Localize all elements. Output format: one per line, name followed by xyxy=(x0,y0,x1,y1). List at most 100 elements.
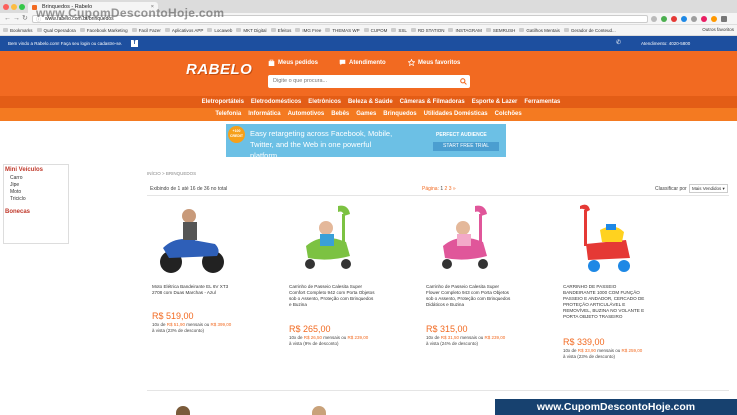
category-menu-secondary: Telefonia Informática Automotivos Bebês Game… xyxy=(0,108,737,121)
bookmark-folder-icon xyxy=(363,28,369,32)
bookmark-label: THEMAS WP xyxy=(332,27,360,33)
bookmark-item[interactable]: Aplicativos APP xyxy=(164,28,203,33)
category-link[interactable]: Eletrônicos xyxy=(308,96,341,108)
page-link[interactable]: 1 xyxy=(440,186,443,192)
bookmark-item[interactable]: Locaweb xyxy=(207,28,232,33)
bookmark-folder-icon xyxy=(79,28,85,32)
extension-icon[interactable] xyxy=(701,16,707,22)
sidebar-heading[interactable]: Bonecas xyxy=(4,207,68,217)
search-icon[interactable] xyxy=(460,78,467,85)
credit-badge: +100 CREDIT xyxy=(228,126,245,143)
back-icon[interactable]: ← xyxy=(4,15,11,23)
sort-select[interactable]: Mais Vendidos ▾ xyxy=(689,184,728,193)
extension-icon[interactable] xyxy=(661,16,667,22)
category-link[interactable]: Colchões xyxy=(495,108,522,121)
product-name[interactable]: Carrinho de Passeio Calesita Super Flowe… xyxy=(426,284,512,308)
category-link[interactable]: Bebês xyxy=(331,108,349,121)
product-card[interactable]: CARRINHO DE PASSEIO BANDEIRANTE 1000 COM… xyxy=(558,198,690,388)
category-link[interactable]: Beleza & Saúde xyxy=(348,96,393,108)
category-link[interactable]: Informática xyxy=(248,108,280,121)
bookmark-folder-icon xyxy=(325,28,331,32)
installment-info: 10x de R$ 26,50 mensais ou R$ 239,00 à v… xyxy=(289,335,369,346)
sidebar-item[interactable]: Triciclo xyxy=(4,196,68,203)
facebook-icon[interactable]: f xyxy=(131,40,138,47)
bookmark-item[interactable]: IMG Free xyxy=(295,28,321,33)
category-link[interactable]: Eletrodomésticos xyxy=(251,96,301,108)
bookmark-star-icon[interactable] xyxy=(651,16,657,22)
my-orders-link[interactable]: Meus pedidos xyxy=(268,59,318,66)
bookmark-item[interactable]: SSL xyxy=(391,28,407,33)
product-name[interactable]: CARRINHO DE PASSEIO BANDEIRANTE 1000 COM… xyxy=(563,284,649,320)
product-card[interactable]: Carrinho de Passeio Calesita Super Comfo… xyxy=(284,198,416,388)
breadcrumb[interactable]: INÍCIO > BRINQUEDOS xyxy=(147,171,196,176)
category-link[interactable]: Brinquedos xyxy=(383,108,416,121)
bookmark-label: Efeitos xyxy=(277,27,292,33)
category-link[interactable]: Games xyxy=(356,108,376,121)
bookmark-item[interactable]: THEMAS WP xyxy=(325,27,360,33)
product-image[interactable] xyxy=(292,200,367,280)
extension-icon[interactable] xyxy=(681,16,687,22)
welcome-text[interactable]: Bem vindo a Rabelo.com! Faça seu login o… xyxy=(8,36,122,51)
category-menu-primary: Eletroportáteis Eletrodomésticos Eletrônic… xyxy=(0,96,737,108)
page-link[interactable]: 3 xyxy=(449,186,452,192)
menu-icon[interactable] xyxy=(721,16,727,22)
product-image-partial[interactable] xyxy=(312,406,326,415)
forward-icon[interactable]: → xyxy=(13,15,20,23)
extension-icon[interactable] xyxy=(691,16,697,22)
minimize-window-icon[interactable] xyxy=(11,4,17,10)
product-card[interactable]: Carrinho de Passeio Calesita Super Flowe… xyxy=(421,198,553,388)
bookmark-item[interactable]: Facil Fazer xyxy=(131,28,161,33)
product-image[interactable] xyxy=(429,200,504,280)
next-page-link[interactable]: » xyxy=(453,186,456,192)
banner-cta-button[interactable]: START FREE TRIAL xyxy=(433,142,499,151)
category-link[interactable]: Câmeras & Filmadoras xyxy=(400,96,465,108)
bookmark-item[interactable]: CUPOM xyxy=(363,27,388,33)
other-bookmarks[interactable]: Outros favoritos xyxy=(702,27,734,32)
product-image[interactable] xyxy=(566,200,641,280)
search-input[interactable]: Digite o que procura... xyxy=(268,75,470,88)
ad-banner[interactable]: +100 CREDIT Easy retargeting across Face… xyxy=(226,124,506,157)
extension-icon[interactable] xyxy=(671,16,677,22)
installment-info: 10x de R$ 31,50 mensais ou R$ 239,00 à v… xyxy=(426,335,506,346)
sidebar-item[interactable]: Carro xyxy=(4,175,68,182)
divider xyxy=(147,195,729,196)
favorites-link[interactable]: Meus favoritos xyxy=(408,59,460,66)
product-image[interactable] xyxy=(155,200,230,280)
bookmark-label: IMG Free xyxy=(302,27,322,33)
bookmark-item[interactable]: INSTAGRAM xyxy=(448,28,482,33)
bookmark-item[interactable]: Gerador de Conteud... xyxy=(563,28,616,33)
extension-icon[interactable] xyxy=(711,16,717,22)
site-logo[interactable]: RABELO xyxy=(186,60,252,80)
reload-icon[interactable]: ↻ xyxy=(22,15,28,23)
sidebar-heading[interactable]: Mini Veículos xyxy=(4,165,68,175)
category-link[interactable]: Utilidades Domésticas xyxy=(424,108,488,121)
support-link[interactable]: Atendimento xyxy=(339,59,386,66)
maximize-window-icon[interactable] xyxy=(19,4,25,10)
bookmark-item[interactable]: Facebook Marketing xyxy=(79,28,128,33)
bookmark-item[interactable]: SEMRUSH xyxy=(485,28,515,33)
sidebar-item[interactable]: Moto xyxy=(4,189,68,196)
close-window-icon[interactable] xyxy=(3,4,9,10)
page-link[interactable]: 2 xyxy=(445,186,448,192)
product-name[interactable]: Carrinho de Passeio Calesita Super Comfo… xyxy=(289,284,375,308)
bookmark-label: Locaweb xyxy=(214,27,233,33)
product-card[interactable]: Moto Elétrica Bandeirante EL 6V XT3 2708… xyxy=(147,198,279,388)
bookmark-item[interactable]: Efeitos xyxy=(270,27,292,33)
bookmark-item[interactable]: Qual Operadora xyxy=(36,28,76,33)
bookmark-item[interactable]: RD STATION xyxy=(410,28,444,33)
divider xyxy=(147,390,729,391)
category-link[interactable]: Esporte & Lazer xyxy=(472,96,518,108)
bookmark-label: CUPOM xyxy=(370,27,388,33)
category-link[interactable]: Automotivos xyxy=(288,108,325,121)
category-link[interactable]: Ferramentas xyxy=(524,96,560,108)
product-name[interactable]: Moto Elétrica Bandeirante EL 6V XT3 2708… xyxy=(152,284,238,296)
sidebar-item[interactable]: Jipe xyxy=(4,182,68,189)
product-price: R$ 339,00 xyxy=(563,337,605,347)
bookmark-item[interactable]: Bookmarks xyxy=(3,28,33,33)
category-link[interactable]: Eletroportáteis xyxy=(202,96,244,108)
category-link[interactable]: Telefonia xyxy=(215,108,241,121)
product-price: R$ 265,00 xyxy=(289,324,331,334)
bookmark-item[interactable]: Gatilhos Mentais xyxy=(519,28,560,33)
product-image-partial[interactable] xyxy=(176,406,190,415)
bookmark-item[interactable]: MKT Digital xyxy=(236,28,267,33)
